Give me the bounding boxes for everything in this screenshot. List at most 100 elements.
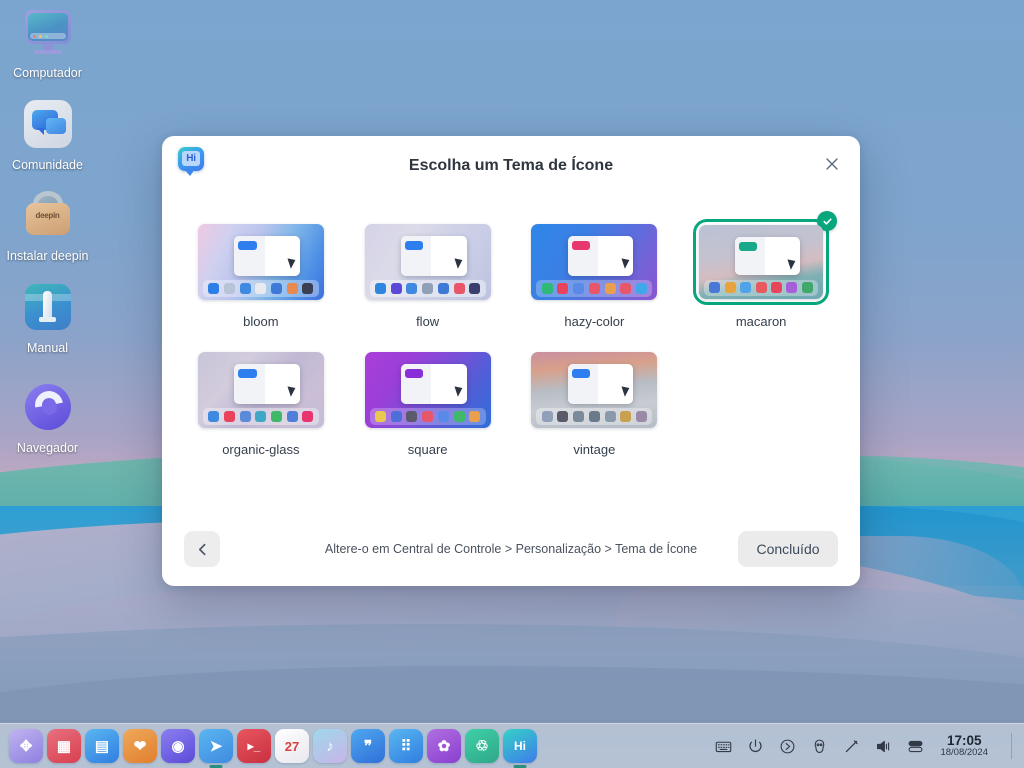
desktop-icon-label: Instalar deepin: [6, 249, 89, 264]
theme-thumbnail: [531, 224, 658, 300]
theme-thumbnail: [364, 352, 491, 428]
show-desktop-button[interactable]: [1011, 733, 1012, 759]
taskbar-app-mail[interactable]: ➤: [199, 729, 233, 763]
mail-icon: ➤: [209, 737, 223, 755]
theme-thumbnail-wrap: [360, 219, 496, 305]
music-icon: ♪: [326, 737, 334, 755]
onboarding-icon[interactable]: [810, 737, 829, 756]
theme-dock-preview: [536, 408, 653, 425]
taskbar-app-browser[interactable]: ◉: [161, 729, 195, 763]
theme-option-flow[interactable]: flow: [355, 209, 501, 337]
theme-dock-preview: [536, 280, 653, 297]
community-icon: [22, 98, 74, 150]
app-market-icon: ❤: [133, 737, 147, 755]
taskbar-app-notes[interactable]: ❞: [351, 729, 385, 763]
desktop-icon-label: Manual: [27, 340, 68, 355]
dialog-header: Hi Escolha um Tema de Ícone: [162, 136, 860, 198]
theme-thumbnail: [197, 224, 324, 300]
system-tray: 17:05 18/08/2024: [714, 733, 1024, 759]
theme-thumbnail: [364, 224, 491, 300]
theme-option-organic-glass[interactable]: organic-glass: [188, 337, 334, 465]
theme-label: vintage: [573, 442, 616, 457]
calendar-icon: 27: [284, 738, 300, 754]
desktop-icon-browser[interactable]: Navegador: [0, 381, 95, 463]
theme-thumbnail-wrap: [693, 211, 838, 305]
theme-dock-preview: [704, 279, 819, 297]
theme-dock-preview: [202, 280, 319, 297]
browser-icon: ◉: [171, 737, 185, 755]
clock-date: 18/08/2024: [940, 747, 988, 759]
file-manager-icon: ▤: [94, 737, 110, 755]
browser-icon: [22, 381, 74, 433]
taskbar-app-music[interactable]: ♪: [313, 729, 347, 763]
theme-label: hazy-color: [564, 314, 625, 329]
desktop-icon-label: Navegador: [16, 440, 79, 455]
taskbar-app-calendar[interactable]: 27: [275, 729, 309, 763]
desktop-icon-manual[interactable]: Manual: [0, 281, 95, 363]
close-icon[interactable]: [818, 150, 846, 178]
desktop-icon-label: Computador: [13, 66, 82, 80]
theme-label: macaron: [735, 314, 787, 329]
taskbar-app-file-manager[interactable]: ▤: [85, 729, 119, 763]
taskbar-app-trash[interactable]: ♲: [465, 729, 499, 763]
theme-scroll-area[interactable]: bloom flow hazy-color macaron organic-glass s…: [162, 198, 860, 512]
theme-label: square: [407, 442, 448, 457]
theme-thumbnail: [531, 352, 658, 428]
taskbar-app-terminal[interactable]: ▸_: [237, 729, 271, 763]
install-deepin-icon: deepin: [22, 189, 74, 241]
icon-theme-dialog: Hi Escolha um Tema de Ícone bloom flow haz…: [162, 136, 860, 586]
brightness-icon[interactable]: [842, 737, 861, 756]
notification-icon[interactable]: [906, 737, 925, 756]
theme-thumbnail-wrap: [526, 347, 662, 433]
back-button[interactable]: [184, 531, 220, 567]
theme-label: organic-glass: [222, 442, 300, 457]
theme-option-hazy-color[interactable]: hazy-color: [522, 209, 668, 337]
theme-thumbnail: [197, 352, 324, 428]
notes-icon: ❞: [363, 737, 373, 755]
dialog-footer: Altere-o em Central de Controle > Person…: [162, 512, 860, 586]
theme-thumbnail-wrap: [193, 219, 329, 305]
theme-dock-preview: [369, 280, 486, 297]
theme-dock-preview: [369, 408, 486, 425]
desktop-icon-community[interactable]: Comunidade: [0, 98, 95, 180]
theme-thumbnail-wrap: [526, 219, 662, 305]
theme-thumbnail-wrap: [193, 347, 329, 433]
taskbar-app-app-store[interactable]: ▦: [47, 729, 81, 763]
computer-icon: [22, 6, 74, 58]
hi-app-icon: Hi: [514, 739, 526, 753]
desktop-icon-install-deepin[interactable]: deepin Instalar deepin: [0, 189, 95, 271]
theme-label: flow: [416, 314, 440, 329]
desktop-icon-label: Comunidade: [12, 157, 83, 172]
trash-icon: ♲: [475, 737, 489, 755]
theme-dock-preview: [202, 408, 319, 425]
taskbar: ✥ ▦ ▤ ❤ ◉ ➤ ▸_ 27 ♪ ❞ ⠿ ✿ ♲ Hi 17:05 18/…: [0, 723, 1024, 768]
taskbar-app-app-market[interactable]: ❤: [123, 729, 157, 763]
volume-icon[interactable]: [874, 737, 893, 756]
theme-option-square[interactable]: square: [355, 337, 501, 465]
theme-thumbnail-wrap: [360, 347, 496, 433]
desktop[interactable]: Computador Comunidade deepin Instalar de…: [0, 0, 1024, 768]
desktop-icon-computer[interactable]: Computador: [0, 6, 95, 88]
done-button[interactable]: Concluído: [738, 531, 838, 567]
theme-option-macaron[interactable]: macaron: [688, 209, 838, 337]
theme-label: bloom: [243, 314, 279, 329]
clock-time: 17:05: [946, 732, 982, 748]
theme-option-vintage[interactable]: vintage: [522, 337, 668, 465]
dialog-title: Escolha um Tema de Ícone: [408, 157, 614, 174]
desktop-icon-list: Computador Comunidade deepin Instalar de…: [0, 0, 95, 462]
keyboard-layout-icon[interactable]: [714, 737, 733, 756]
shutdown-menu-icon[interactable]: [778, 737, 797, 756]
theme-thumbnail: [699, 225, 824, 299]
taskbar-app-settings[interactable]: ✿: [427, 729, 461, 763]
app-store-icon: ▦: [56, 737, 72, 755]
taskbar-app-hi-app[interactable]: Hi: [503, 729, 537, 763]
theme-option-bloom[interactable]: bloom: [188, 209, 334, 337]
taskbar-app-launcher[interactable]: ✥: [9, 729, 43, 763]
taskbar-app-list: ✥ ▦ ▤ ❤ ◉ ➤ ▸_ 27 ♪ ❞ ⠿ ✿ ♲ Hi: [0, 729, 537, 763]
power-icon[interactable]: [746, 737, 765, 756]
clock[interactable]: 17:05 18/08/2024: [936, 733, 988, 759]
launcher-icon: ✥: [19, 737, 33, 755]
manual-icon: [22, 281, 74, 333]
taskbar-app-calculator[interactable]: ⠿: [389, 729, 423, 763]
calculator-icon: ⠿: [400, 737, 412, 755]
